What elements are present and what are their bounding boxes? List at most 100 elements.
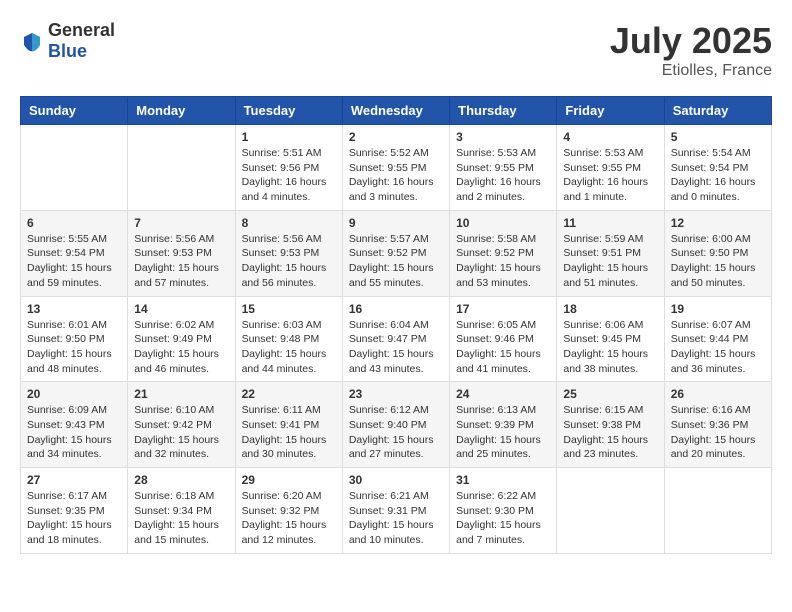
calendar-cell: 31 Sunrise: 6:22 AM Sunset: 9:30 PM Dayli… — [450, 468, 557, 554]
day-info: Sunrise: 6:07 AM Sunset: 9:44 PM Dayligh… — [671, 318, 765, 377]
day-info: Sunrise: 6:11 AM Sunset: 9:41 PM Dayligh… — [242, 403, 336, 462]
day-info: Sunrise: 5:52 AM Sunset: 9:55 PM Dayligh… — [349, 146, 443, 205]
day-info: Sunrise: 6:02 AM Sunset: 9:49 PM Dayligh… — [134, 318, 228, 377]
calendar-cell: 22 Sunrise: 6:11 AM Sunset: 9:41 PM Dayli… — [235, 382, 342, 468]
weekday-header-row: SundayMondayTuesdayWednesdayThursdayFrid… — [21, 97, 772, 125]
day-info: Sunrise: 5:56 AM Sunset: 9:53 PM Dayligh… — [242, 232, 336, 291]
day-info: Sunrise: 5:56 AM Sunset: 9:53 PM Dayligh… — [134, 232, 228, 291]
day-number: 18 — [563, 302, 657, 316]
calendar-cell: 18 Sunrise: 6:06 AM Sunset: 9:45 PM Dayli… — [557, 296, 664, 382]
day-info: Sunrise: 6:21 AM Sunset: 9:31 PM Dayligh… — [349, 489, 443, 548]
calendar-cell: 29 Sunrise: 6:20 AM Sunset: 9:32 PM Dayli… — [235, 468, 342, 554]
calendar-cell: 2 Sunrise: 5:52 AM Sunset: 9:55 PM Daylig… — [342, 125, 449, 211]
day-info: Sunrise: 6:01 AM Sunset: 9:50 PM Dayligh… — [27, 318, 121, 377]
page-header: General Blue July 2025 Etiolles, France — [20, 20, 772, 80]
calendar-cell: 20 Sunrise: 6:09 AM Sunset: 9:43 PM Dayli… — [21, 382, 128, 468]
day-number: 20 — [27, 387, 121, 401]
day-number: 1 — [242, 130, 336, 144]
calendar-cell: 5 Sunrise: 5:54 AM Sunset: 9:54 PM Daylig… — [664, 125, 771, 211]
day-info: Sunrise: 6:04 AM Sunset: 9:47 PM Dayligh… — [349, 318, 443, 377]
day-number: 8 — [242, 216, 336, 230]
day-number: 19 — [671, 302, 765, 316]
weekday-header-tuesday: Tuesday — [235, 97, 342, 125]
calendar-cell: 27 Sunrise: 6:17 AM Sunset: 9:35 PM Dayli… — [21, 468, 128, 554]
day-info: Sunrise: 6:00 AM Sunset: 9:50 PM Dayligh… — [671, 232, 765, 291]
day-number: 22 — [242, 387, 336, 401]
calendar-cell — [21, 125, 128, 211]
day-info: Sunrise: 6:17 AM Sunset: 9:35 PM Dayligh… — [27, 489, 121, 548]
weekday-header-monday: Monday — [128, 97, 235, 125]
day-number: 24 — [456, 387, 550, 401]
calendar-body: 1 Sunrise: 5:51 AM Sunset: 9:56 PM Daylig… — [21, 125, 772, 554]
day-info: Sunrise: 6:22 AM Sunset: 9:30 PM Dayligh… — [456, 489, 550, 548]
calendar-week-3: 13 Sunrise: 6:01 AM Sunset: 9:50 PM Dayli… — [21, 296, 772, 382]
logo-text: General Blue — [48, 20, 115, 62]
day-number: 2 — [349, 130, 443, 144]
day-info: Sunrise: 6:20 AM Sunset: 9:32 PM Dayligh… — [242, 489, 336, 548]
day-number: 7 — [134, 216, 228, 230]
day-info: Sunrise: 5:54 AM Sunset: 9:54 PM Dayligh… — [671, 146, 765, 205]
title-block: July 2025 Etiolles, France — [610, 20, 772, 80]
calendar-week-5: 27 Sunrise: 6:17 AM Sunset: 9:35 PM Dayli… — [21, 468, 772, 554]
calendar-cell: 23Sunrise: 6:12 AM Sunset: 9:40 PM Dayli… — [342, 382, 449, 468]
calendar-cell: 26 Sunrise: 6:16 AM Sunset: 9:36 PM Dayli… — [664, 382, 771, 468]
day-number: 5 — [671, 130, 765, 144]
day-info: Sunrise: 5:55 AM Sunset: 9:54 PM Dayligh… — [27, 232, 121, 291]
day-number: 4 — [563, 130, 657, 144]
calendar-week-4: 20 Sunrise: 6:09 AM Sunset: 9:43 PM Dayli… — [21, 382, 772, 468]
day-info: Sunrise: 5:58 AM Sunset: 9:52 PM Dayligh… — [456, 232, 550, 291]
calendar-cell: 12 Sunrise: 6:00 AM Sunset: 9:50 PM Dayli… — [664, 210, 771, 296]
logo-blue: Blue — [48, 41, 87, 61]
day-number: 9 — [349, 216, 443, 230]
calendar-cell — [664, 468, 771, 554]
day-number: 25 — [563, 387, 657, 401]
calendar-header: SundayMondayTuesdayWednesdayThursdayFrid… — [21, 97, 772, 125]
logo-icon — [20, 29, 44, 53]
calendar-cell: 15 Sunrise: 6:03 AM Sunset: 9:48 PM Dayli… — [235, 296, 342, 382]
calendar-cell — [128, 125, 235, 211]
day-number: 12 — [671, 216, 765, 230]
day-number: 10 — [456, 216, 550, 230]
calendar-week-1: 1 Sunrise: 5:51 AM Sunset: 9:56 PM Daylig… — [21, 125, 772, 211]
day-number: 30 — [349, 473, 443, 487]
calendar-cell: 9Sunrise: 5:57 AM Sunset: 9:52 PM Daylig… — [342, 210, 449, 296]
day-number: 15 — [242, 302, 336, 316]
day-info: Sunrise: 5:53 AM Sunset: 9:55 PM Dayligh… — [563, 146, 657, 205]
day-info: Sunrise: 6:09 AM Sunset: 9:43 PM Dayligh… — [27, 403, 121, 462]
day-number: 23 — [349, 387, 443, 401]
day-info: Sunrise: 6:03 AM Sunset: 9:48 PM Dayligh… — [242, 318, 336, 377]
calendar-cell: 4 Sunrise: 5:53 AM Sunset: 9:55 PM Daylig… — [557, 125, 664, 211]
weekday-header-sunday: Sunday — [21, 97, 128, 125]
calendar-cell: 11Sunrise: 5:59 AM Sunset: 9:51 PM Dayli… — [557, 210, 664, 296]
day-info: Sunrise: 5:51 AM Sunset: 9:56 PM Dayligh… — [242, 146, 336, 205]
day-number: 31 — [456, 473, 550, 487]
day-info: Sunrise: 6:13 AM Sunset: 9:39 PM Dayligh… — [456, 403, 550, 462]
day-info: Sunrise: 6:05 AM Sunset: 9:46 PM Dayligh… — [456, 318, 550, 377]
calendar-cell: 8 Sunrise: 5:56 AM Sunset: 9:53 PM Daylig… — [235, 210, 342, 296]
day-number: 26 — [671, 387, 765, 401]
day-info: Sunrise: 6:16 AM Sunset: 9:36 PM Dayligh… — [671, 403, 765, 462]
weekday-header-saturday: Saturday — [664, 97, 771, 125]
day-number: 27 — [27, 473, 121, 487]
day-info: Sunrise: 6:06 AM Sunset: 9:45 PM Dayligh… — [563, 318, 657, 377]
day-number: 29 — [242, 473, 336, 487]
calendar-cell: 14 Sunrise: 6:02 AM Sunset: 9:49 PM Dayli… — [128, 296, 235, 382]
day-number: 17 — [456, 302, 550, 316]
day-number: 21 — [134, 387, 228, 401]
calendar-cell: 21Sunrise: 6:10 AM Sunset: 9:42 PM Dayli… — [128, 382, 235, 468]
calendar-cell: 28Sunrise: 6:18 AM Sunset: 9:34 PM Dayli… — [128, 468, 235, 554]
calendar-cell: 13 Sunrise: 6:01 AM Sunset: 9:50 PM Dayli… — [21, 296, 128, 382]
calendar-cell: 19 Sunrise: 6:07 AM Sunset: 9:44 PM Dayli… — [664, 296, 771, 382]
day-info: Sunrise: 6:15 AM Sunset: 9:38 PM Dayligh… — [563, 403, 657, 462]
calendar-cell: 17 Sunrise: 6:05 AM Sunset: 9:46 PM Dayli… — [450, 296, 557, 382]
location-title: Etiolles, France — [610, 62, 772, 80]
day-info: Sunrise: 5:59 AM Sunset: 9:51 PM Dayligh… — [563, 232, 657, 291]
logo-general: General — [48, 20, 115, 40]
calendar-cell: 16Sunrise: 6:04 AM Sunset: 9:47 PM Dayli… — [342, 296, 449, 382]
day-number: 3 — [456, 130, 550, 144]
logo: General Blue — [20, 20, 115, 62]
calendar-cell: 6Sunrise: 5:55 AM Sunset: 9:54 PM Daylig… — [21, 210, 128, 296]
day-number: 13 — [27, 302, 121, 316]
calendar-cell — [557, 468, 664, 554]
day-number: 14 — [134, 302, 228, 316]
